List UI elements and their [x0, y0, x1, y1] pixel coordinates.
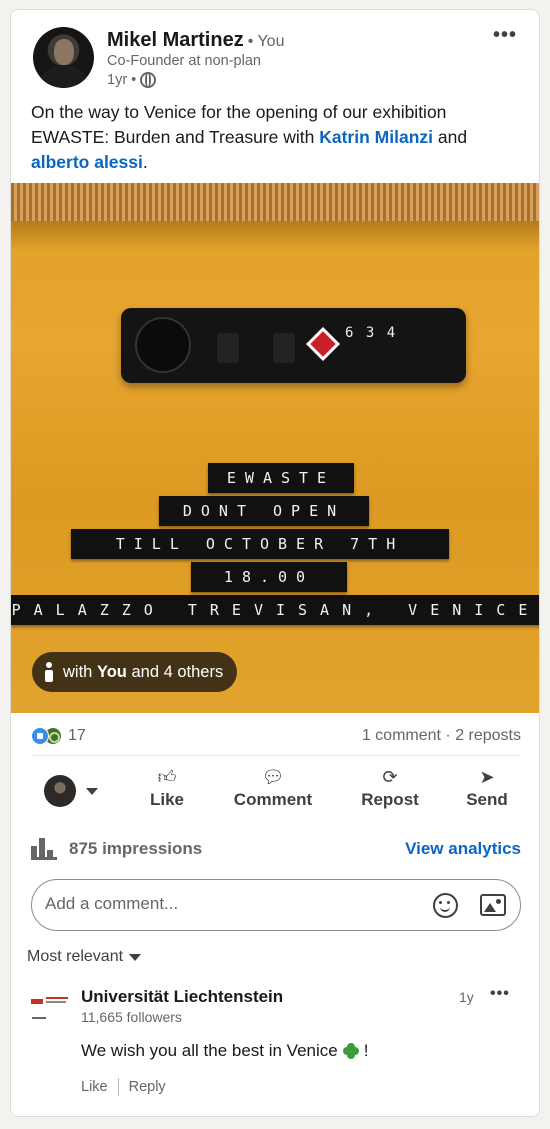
divider — [31, 755, 521, 756]
send-button[interactable]: ➤ Send — [451, 768, 523, 810]
logo-red-mark — [31, 999, 43, 1004]
lock-latch-left — [217, 333, 239, 363]
action-bar: 👍︎ Like 💬︎ Comment ⟳ Repost ➤ Send — [31, 762, 521, 822]
post-meta: 1yr • — [107, 72, 157, 88]
like-label: Like — [149, 790, 185, 809]
post-card: Mikel Martinez • You Co-Founder at non-pl… — [10, 9, 540, 1117]
post-text-mid: and — [433, 127, 468, 147]
send-icon: ➤ — [479, 767, 495, 787]
avatar-face — [54, 39, 74, 65]
thumbs-up-icon: 👍︎ — [157, 767, 177, 787]
comment-button[interactable]: 💬︎ Comment — [221, 768, 325, 810]
image-icon[interactable] — [480, 894, 506, 916]
view-analytics-link[interactable]: View analytics — [405, 839, 521, 859]
send-label: Send — [466, 790, 508, 809]
sort-label: Most relevant — [27, 948, 124, 965]
tape-line-4: 18.00 — [191, 562, 347, 592]
more-options-icon[interactable]: ••• — [493, 24, 517, 47]
commenter-logo[interactable] — [31, 995, 73, 1025]
tag-prefix: with — [63, 662, 97, 681]
tagged-people-pill[interactable]: with You and 4 others — [32, 652, 238, 692]
comment-input[interactable] — [45, 894, 405, 914]
author-avatar[interactable] — [33, 27, 94, 88]
actor-avatar — [44, 775, 76, 807]
comments-reposts-count[interactable]: 1 comment · 2 reposts — [362, 727, 521, 745]
avatar-body — [41, 65, 87, 88]
post-text: On the way to Venice for the opening of … — [31, 100, 523, 175]
logo-line — [46, 1001, 66, 1003]
tape-line-3: TILL OCTOBER 7TH — [71, 529, 449, 559]
lock-dial — [135, 317, 191, 373]
mention-alberto-alessi[interactable]: alberto alessi — [31, 152, 143, 172]
comment-time: 1y — [459, 989, 474, 1005]
repost-icon: ⟳ — [382, 767, 398, 787]
comment-reply-button[interactable]: Reply — [129, 1079, 166, 1095]
globe-icon — [140, 72, 157, 88]
comment-actions-divider — [117, 1078, 119, 1096]
commenter-followers: 11,665 followers — [81, 1009, 182, 1025]
post-age: 1yr • — [107, 72, 137, 88]
reaction-count[interactable]: 17 — [68, 727, 86, 745]
social-counts: 17 1 comment · 2 reposts — [31, 723, 521, 749]
suitcase-zipper — [11, 183, 539, 221]
like-reaction-icon — [31, 727, 49, 745]
author-name-text[interactable]: Mikel Martinez — [107, 29, 244, 51]
clover-icon — [342, 1043, 359, 1059]
combination-lock: 6 3 4 — [121, 308, 466, 383]
post-text-end: . — [142, 152, 148, 172]
repost-label: Repost — [361, 790, 419, 809]
tag-you: You — [96, 662, 127, 681]
commenter-name[interactable]: Universität Liechtenstein — [81, 987, 283, 1007]
comment-text-end: ! — [363, 1041, 369, 1060]
logo-line — [32, 1017, 46, 1019]
zipper-shadow — [11, 221, 539, 251]
bar-chart-icon — [31, 838, 59, 860]
chevron-down-icon — [86, 787, 98, 795]
comment-actions: Like Reply — [81, 1078, 166, 1096]
sort-dropdown[interactable]: Most relevant — [27, 948, 142, 966]
lock-latch-right — [273, 333, 295, 363]
author-headline: Co-Founder at non-plan — [107, 53, 261, 69]
tape-line-1: EWASTE — [208, 463, 354, 493]
tape-line-5: PALAZZO TREVISAN, VENICE — [11, 595, 539, 625]
comment-box — [31, 879, 521, 931]
comment-text: We wish you all the best in Venice ! — [81, 1041, 368, 1061]
tsa-diamond-icon — [306, 327, 340, 361]
comment-like-button[interactable]: Like — [81, 1079, 108, 1095]
comment-text-body: We wish you all the best in Venice — [81, 1041, 338, 1060]
person-icon — [44, 662, 54, 682]
impressions-count[interactable]: 875 impressions — [69, 839, 202, 859]
repost-button[interactable]: ⟳ Repost — [345, 768, 435, 810]
logo-line — [46, 997, 68, 999]
analytics-row: 875 impressions View analytics — [31, 836, 521, 862]
tape-line-2: DONT OPEN — [159, 496, 369, 526]
reaction-icons[interactable] — [31, 727, 62, 745]
tag-text: with You and 4 others — [63, 663, 223, 682]
tag-suffix: and 4 others — [126, 662, 224, 681]
mention-katrin-milanzi[interactable]: Katrin Milanzi — [319, 127, 433, 147]
lock-digits: 6 3 4 — [345, 325, 398, 341]
comment-icon: 💬︎ — [261, 767, 285, 787]
emoji-icon[interactable] — [433, 893, 458, 918]
comment-label: Comment — [233, 790, 313, 809]
actor-switcher[interactable] — [44, 775, 98, 807]
author-name[interactable]: Mikel Martinez • You — [107, 29, 284, 52]
you-tag: • You — [247, 33, 285, 50]
caret-down-icon — [129, 953, 142, 961]
comment-more-icon[interactable]: ••• — [490, 985, 510, 1003]
post-photo[interactable]: 6 3 4 EWASTE DONT OPEN TILL OCTOBER 7TH … — [11, 183, 539, 713]
like-button[interactable]: 👍︎ Like — [137, 768, 197, 810]
